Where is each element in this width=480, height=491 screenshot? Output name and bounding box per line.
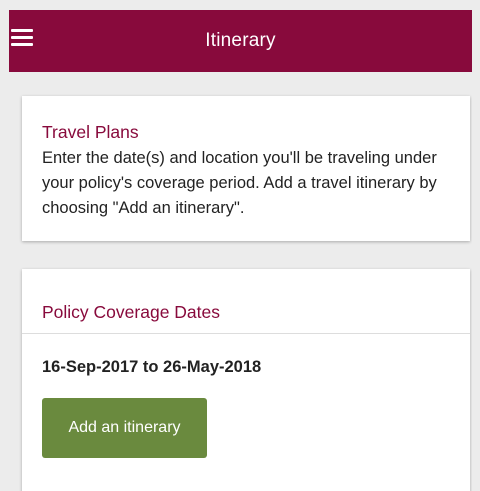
app-bar: Itinerary bbox=[9, 10, 472, 72]
hamburger-line bbox=[11, 43, 33, 46]
add-itinerary-button[interactable]: Add an itinerary bbox=[42, 398, 207, 458]
policy-coverage-title: Policy Coverage Dates bbox=[42, 302, 220, 322]
divider bbox=[22, 333, 470, 334]
policy-coverage-card: Policy Coverage Dates 16-Sep-2017 to 26-… bbox=[22, 269, 470, 491]
travel-plans-description: Enter the date(s) and location you'll be… bbox=[42, 149, 437, 217]
hamburger-line bbox=[11, 29, 33, 32]
app-screen: Itinerary Travel Plans Enter the date(s)… bbox=[9, 0, 472, 491]
coverage-dates: 16-Sep-2017 to 26-May-2018 bbox=[42, 358, 262, 376]
hamburger-menu-icon[interactable] bbox=[11, 29, 33, 47]
travel-plans-card: Travel Plans Enter the date(s) and locat… bbox=[22, 96, 470, 241]
hamburger-line bbox=[11, 36, 33, 39]
travel-plans-title: Travel Plans bbox=[42, 122, 139, 142]
page-title: Itinerary bbox=[205, 30, 276, 51]
